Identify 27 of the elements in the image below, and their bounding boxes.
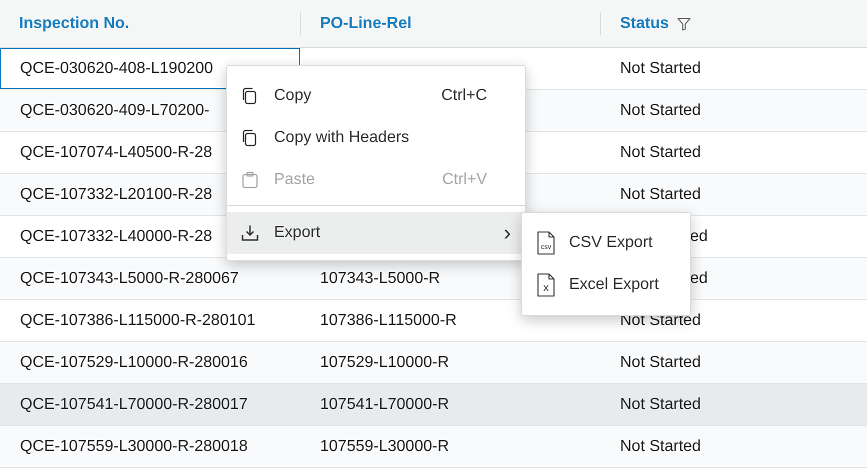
table-cell: QCE-107332-L40000-R-28 <box>20 228 212 246</box>
table-cell: QCE-107386-L115000-R-280101 <box>20 312 256 330</box>
table-cell: QCE-107074-L40500-R-28 <box>20 144 212 162</box>
table-cell: Not Started <box>620 144 701 162</box>
table-cell: 107559-L30000-R <box>320 438 449 456</box>
table-cell: Not Started <box>620 186 701 204</box>
table-cell: QCE-030620-409-L70200- <box>20 102 210 120</box>
table-cell: Not Started <box>620 438 701 456</box>
table-cell: QCE-107559-L30000-R-280018 <box>20 438 248 456</box>
table-cell: ed <box>690 228 708 246</box>
shortcut-label: Ctrl+V <box>442 171 487 189</box>
table-cell: QCE-107541-L70000-R-280017 <box>20 396 248 414</box>
table-cell: 107386-L115000-R <box>320 312 457 330</box>
table-cell: QCE-107332-L20100-R-28 <box>20 186 212 204</box>
table-cell: QCE-107343-L5000-R-280067 <box>20 270 239 288</box>
table-cell: QCE-107529-L10000-R-280016 <box>20 354 248 372</box>
submenu-arrow: › <box>504 220 511 246</box>
table-cell: 107529-L10000-R <box>320 354 449 372</box>
table-cell: ed <box>690 270 708 288</box>
table-cell: 107343-L5000-R <box>320 270 440 288</box>
table-cell: 107541-L70000-R <box>320 396 449 414</box>
shortcut-label: Ctrl+C <box>441 87 487 105</box>
table-cell: Not Started <box>620 354 701 372</box>
table-cell: Not Started <box>620 60 701 78</box>
table-cell: QCE-030620-408-L190200 <box>20 60 214 78</box>
table-cell: Not Started <box>620 102 701 120</box>
table-cell: Not Started <box>620 396 701 414</box>
